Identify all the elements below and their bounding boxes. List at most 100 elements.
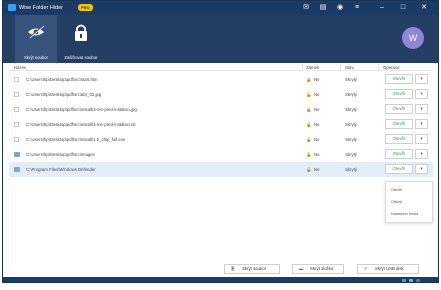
row-action-menu: Otevřít Odkrýt Nastavení hesla xyxy=(385,181,433,223)
item-lock-value: Ne xyxy=(314,122,320,127)
lock-small-icon: 🔒 xyxy=(306,77,312,82)
chevron-down-icon[interactable]: ▾ xyxy=(415,149,428,159)
item-lock-value: Ne xyxy=(314,152,320,157)
file-checkbox[interactable] xyxy=(14,122,19,127)
menu-item-set-password[interactable]: Nastavení hesla xyxy=(391,212,418,216)
open-button[interactable]: Otevřít xyxy=(385,164,413,174)
lock-small-icon: 🔒 xyxy=(306,152,312,157)
app-window: Wise Folder Hider PRO ✉ ▤ ◉ ≡ – □ ✕ Skrý… xyxy=(2,0,439,283)
main-toolbar: Skrýt soubor Zašifrovat soubor W xyxy=(3,15,438,63)
facebook-icon[interactable] xyxy=(402,279,406,282)
skin-icon[interactable]: ◉ xyxy=(333,2,347,14)
tab-hide-file-label: Skrýt soubor xyxy=(23,55,49,60)
table-row[interactable]: C:\Program Files\Windows Defender 🔒 Ne S… xyxy=(9,162,433,177)
menu-item-unhide[interactable]: Odkrýt xyxy=(391,200,402,204)
lock-small-icon: 🔒 xyxy=(306,92,312,97)
close-icon[interactable]: ✕ xyxy=(417,2,431,14)
table-row[interactable]: C:\Users\hp\Desktop\pdf\src\install\1.5_… xyxy=(9,132,433,147)
twitter-icon[interactable] xyxy=(409,279,413,282)
tab-encrypt-file-label: Zašifrovat soubor xyxy=(64,55,98,60)
usb-icon: ⚲ xyxy=(364,266,368,271)
folder-icon xyxy=(14,167,20,172)
folder-icon: ▬ xyxy=(299,266,304,271)
hide-file-button[interactable]: 🗎 Skrýt soubor xyxy=(224,264,280,274)
title-bar: Wise Folder Hider PRO ✉ ▤ ◉ ≡ – □ ✕ xyxy=(3,1,438,15)
hide-usb-button[interactable]: ⚲ Skrýt USB disk xyxy=(357,264,419,274)
item-path: C:\Users\hp\Desktop\pdf\src\install\3-me… xyxy=(26,122,136,127)
chevron-down-icon[interactable]: ▾ xyxy=(415,104,428,114)
hide-folder-label: Skrýt složku xyxy=(310,266,334,271)
pro-badge: PRO xyxy=(78,4,93,11)
item-path: C:\Users\hp\Desktop\pdf\src\install\3-me… xyxy=(26,107,137,112)
item-state: Skrytý xyxy=(345,122,357,127)
column-divider xyxy=(340,64,341,71)
chevron-down-icon[interactable]: ▾ xyxy=(415,74,428,84)
column-divider xyxy=(302,64,303,71)
hidden-items-table: Název Zámek Stav Operace C:\Users\hp\Des… xyxy=(9,64,433,202)
open-button[interactable]: Otevřít xyxy=(385,74,413,84)
item-state: Skrytý xyxy=(345,152,357,157)
menu-icon[interactable]: ▤ xyxy=(316,2,330,14)
hide-file-label: Skrýt soubor xyxy=(242,266,267,271)
table-header: Název Zámek Stav Operace xyxy=(9,64,433,71)
email-share-icon[interactable] xyxy=(416,279,420,282)
open-button[interactable]: Otevřít xyxy=(385,89,413,99)
lock-small-icon: 🔒 xyxy=(306,122,312,127)
item-path: C:\Users\hp\Desktop\pdf\src\abr_02.jpg xyxy=(26,92,102,97)
header-state[interactable]: Stav xyxy=(345,65,354,70)
table-row[interactable]: C:\Users\hp\Desktop\pdf\src\install\3-me… xyxy=(9,102,433,117)
chevron-down-icon[interactable]: ▾ xyxy=(415,119,428,129)
folder-icon xyxy=(14,152,20,157)
table-row[interactable]: C:\Users\hp\Desktop\pdf\src\images 🔒 Ne … xyxy=(9,147,433,162)
file-checkbox[interactable] xyxy=(14,137,19,142)
item-lock-value: Ne xyxy=(314,167,320,172)
app-logo-icon xyxy=(8,4,16,11)
lock-small-icon: 🔒 xyxy=(306,167,312,172)
chevron-down-icon[interactable]: ▾ xyxy=(415,164,428,174)
status-bar xyxy=(3,277,438,282)
list-icon[interactable]: ≡ xyxy=(350,2,364,14)
file-checkbox[interactable] xyxy=(14,92,19,97)
mail-icon[interactable]: ✉ xyxy=(299,2,313,14)
lock-small-icon: 🔒 xyxy=(306,137,312,142)
item-state: Skrytý xyxy=(345,137,357,142)
item-path: C:\Users\hp\Desktop\pdf\src\images xyxy=(26,152,95,157)
table-row[interactable]: C:\Users\hp\Desktop\pdf\src\abr_02.jpg 🔒… xyxy=(9,87,433,102)
item-path: C:\Users\hp\Desktop\pdf\src\install\1.5_… xyxy=(26,137,126,142)
table-row[interactable]: C:\Users\hp\Desktop\pdf\src\start.htm 🔒 … xyxy=(9,72,433,87)
maximize-icon[interactable]: □ xyxy=(396,2,410,14)
user-avatar[interactable]: W xyxy=(402,27,424,49)
open-button[interactable]: Otevřít xyxy=(385,134,413,144)
file-checkbox[interactable] xyxy=(14,77,19,82)
column-divider xyxy=(378,64,379,71)
open-button[interactable]: Otevřít xyxy=(385,104,413,114)
item-lock-value: Ne xyxy=(314,137,320,142)
item-state: Skrytý xyxy=(345,92,357,97)
open-button[interactable]: Otevřít xyxy=(385,119,413,129)
item-state: Skrytý xyxy=(345,107,357,112)
hide-folder-button[interactable]: ▬ Skrýt složku xyxy=(292,264,344,274)
hide-usb-label: Skrýt USB disk xyxy=(375,266,404,271)
file-checkbox[interactable] xyxy=(14,107,19,112)
file-icon: 🗎 xyxy=(231,266,235,271)
item-path: C:\Program Files\Windows Defender xyxy=(26,167,96,172)
menu-item-open[interactable]: Otevřít xyxy=(391,188,402,192)
item-lock-value: Ne xyxy=(314,77,320,82)
header-name[interactable]: Název xyxy=(14,65,26,70)
eye-hidden-icon xyxy=(15,23,57,41)
minimize-icon[interactable]: – xyxy=(375,2,389,14)
open-button[interactable]: Otevřít xyxy=(385,149,413,159)
chevron-down-icon[interactable]: ▾ xyxy=(415,134,428,144)
header-operation: Operace xyxy=(383,65,400,70)
chevron-down-icon[interactable]: ▾ xyxy=(415,89,428,99)
header-lock[interactable]: Zámek xyxy=(306,65,319,70)
item-state: Skrytý xyxy=(345,167,357,172)
item-state: Skrytý xyxy=(345,77,357,82)
item-path: C:\Users\hp\Desktop\pdf\src\start.htm xyxy=(26,77,98,82)
table-row[interactable]: C:\Users\hp\Desktop\pdf\src\install\3-me… xyxy=(9,117,433,132)
lock-small-icon: 🔒 xyxy=(306,107,312,112)
tab-encrypt-file[interactable]: Zašifrovat soubor xyxy=(60,15,102,63)
tab-hide-file[interactable]: Skrýt soubor xyxy=(15,15,57,63)
item-lock-value: Ne xyxy=(314,107,320,112)
lock-icon xyxy=(60,23,102,41)
